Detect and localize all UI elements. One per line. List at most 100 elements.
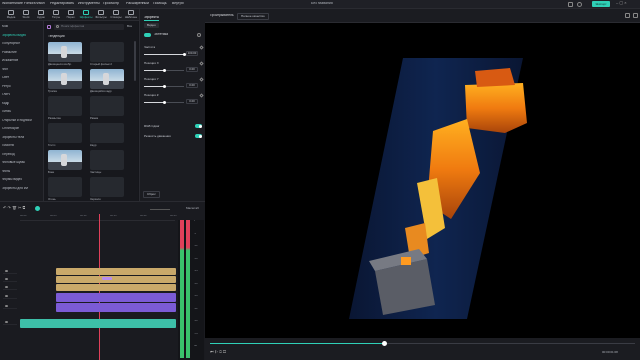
- layout-icon[interactable]: [568, 2, 573, 7]
- effect-thumbnail[interactable]: [90, 123, 124, 143]
- timeline-clip[interactable]: [56, 303, 176, 312]
- timeline-clip[interactable]: [56, 284, 176, 291]
- toolbar-item-2[interactable]: Аудио: [34, 10, 48, 20]
- motion-sharpness-toggle[interactable]: [195, 134, 202, 138]
- category-item[interactable]: Кадр: [2, 102, 9, 105]
- auto-snap-icon[interactable]: [35, 206, 40, 211]
- toolbar-item-0[interactable]: Медиа: [4, 10, 18, 20]
- preview-area[interactable]: [205, 9, 640, 360]
- category-item[interactable]: Ретро: [2, 85, 11, 88]
- effect-thumbnail[interactable]: [48, 123, 82, 143]
- tab-effects[interactable]: Эффекты: [144, 16, 159, 22]
- quality-dropdown[interactable]: Полное качество: [237, 13, 269, 20]
- track-eye-icon[interactable]: [5, 270, 8, 272]
- param-value-field[interactable]: 100.00: [186, 51, 198, 56]
- screenshot-icon[interactable]: [625, 13, 630, 18]
- toolbar-item-7[interactable]: Стикеры: [109, 10, 123, 20]
- reset-button[interactable]: Сброс: [143, 191, 160, 198]
- toolbar-item-1[interactable]: Stock: [19, 10, 33, 20]
- toolbar-item-8[interactable]: Шаблоны: [124, 10, 138, 20]
- timeline-tools[interactable]: ↶ ↷ 🗑 ✂ ⧉: [3, 206, 25, 210]
- keyframe-icon[interactable]: [199, 93, 204, 98]
- tab-video[interactable]: Видео: [144, 23, 159, 28]
- menu-item-3[interactable]: Инструменты: [78, 2, 100, 6]
- effects-scrollbar[interactable]: [134, 41, 136, 81]
- param-slider-knob[interactable]: [163, 101, 166, 104]
- effect-thumbnail[interactable]: [90, 150, 124, 170]
- effect-enable-toggle[interactable]: [144, 33, 151, 37]
- export-button[interactable]: Экспорт: [592, 1, 610, 7]
- category-item[interactable]: Эффекты тела: [2, 136, 24, 139]
- track-eye-icon[interactable]: [5, 295, 8, 297]
- track-eye-icon[interactable]: [5, 286, 8, 288]
- category-item[interactable]: Свет: [2, 76, 9, 79]
- zoom-slider[interactable]: [150, 209, 170, 210]
- menu-item-1[interactable]: Файл: [36, 2, 45, 6]
- category-item[interactable]: Переход: [2, 153, 15, 156]
- toolbar-item-6[interactable]: Фильтры: [94, 10, 108, 20]
- rgb-shift-toggle[interactable]: [195, 124, 202, 128]
- menu-item-6[interactable]: Помощь: [153, 2, 167, 6]
- keyframe-icon[interactable]: [199, 61, 204, 66]
- category-item[interactable]: Фон: [2, 68, 8, 71]
- transport-buttons[interactable]: ⏮ ▷ ◻ ▢: [210, 350, 226, 354]
- search-input[interactable]: Поиск эффектов: [54, 24, 124, 30]
- tab-player[interactable]: Проигрыватель: [210, 14, 234, 17]
- toolbar-item-4[interactable]: Перех.: [64, 10, 78, 20]
- category-item[interactable]: Сплитскрин: [2, 127, 19, 130]
- category-item[interactable]: Искажение: [2, 59, 18, 62]
- effect-thumbnail[interactable]: [90, 42, 124, 62]
- param-slider-knob[interactable]: [163, 85, 166, 88]
- timeline-clip[interactable]: [56, 268, 176, 275]
- toolbar-item-3[interactable]: Титры: [49, 10, 63, 20]
- timeline-clip[interactable]: [56, 276, 176, 283]
- category-item[interactable]: Эффекты для ИИ: [2, 187, 28, 190]
- effect-thumbnail[interactable]: [90, 177, 124, 197]
- track-eye-icon[interactable]: [5, 321, 8, 323]
- category-item[interactable]: Мои: [2, 25, 8, 28]
- menu-item-2[interactable]: Редактировать: [50, 2, 74, 6]
- category-item[interactable]: Размытие: [2, 51, 17, 54]
- category-item[interactable]: Пиксели: [2, 144, 14, 147]
- fullscreen-icon[interactable]: [633, 13, 638, 18]
- category-item[interactable]: Популярное: [2, 42, 20, 45]
- account-icon[interactable]: [577, 2, 582, 7]
- reset-effect-icon[interactable]: [197, 33, 201, 37]
- menu-item-7[interactable]: Внутри: [172, 2, 184, 6]
- effect-thumbnail[interactable]: [48, 150, 82, 170]
- toolbar-item-5[interactable]: Эффекты: [79, 10, 93, 20]
- track-eye-icon[interactable]: [5, 278, 8, 280]
- keyframe-icon[interactable]: [199, 45, 204, 50]
- time-ruler[interactable]: 00:00 00:05 00:10 00:15 00:20 00:25: [20, 215, 177, 221]
- timeline-clip[interactable]: [20, 319, 176, 328]
- category-item[interactable]: Фоны: [2, 170, 10, 173]
- filter-dropdown[interactable]: Все: [127, 25, 132, 28]
- track-eye-icon[interactable]: [5, 305, 8, 307]
- category-item[interactable]: Фоновые шумы: [2, 161, 25, 164]
- figure-head: [465, 83, 527, 133]
- effect-thumbnail[interactable]: [90, 96, 124, 116]
- keyframe-icon[interactable]: [199, 77, 204, 82]
- project-title: Без названия: [311, 2, 333, 5]
- param-value-field[interactable]: 0.00: [186, 67, 198, 72]
- effect-thumbnail[interactable]: [48, 177, 82, 197]
- category-item[interactable]: Открытки и подписи: [2, 119, 32, 122]
- effect-thumbnail[interactable]: [48, 42, 82, 62]
- category-item[interactable]: Глитч: [2, 93, 10, 96]
- param-slider-knob[interactable]: [163, 69, 166, 72]
- effect-thumbnail[interactable]: [48, 69, 82, 89]
- category-item[interactable]: Линзы: [2, 110, 11, 113]
- category-item[interactable]: Эффекты видео: [2, 34, 26, 37]
- category-item[interactable]: Формы видео: [2, 178, 22, 181]
- menu-item-0[interactable]: Wondershare Filmora: [2, 2, 36, 6]
- effect-thumbnail[interactable]: [48, 96, 82, 116]
- param-value-field[interactable]: 0.00: [186, 83, 198, 88]
- param-value-field[interactable]: 0.00: [186, 99, 198, 104]
- menu-item-5[interactable]: Расширенный: [126, 2, 149, 6]
- effect-thumbnail[interactable]: [90, 69, 124, 89]
- timeline-clip[interactable]: [56, 293, 176, 302]
- menu-item-4[interactable]: Просмотр: [103, 2, 119, 6]
- ai-icon[interactable]: [47, 25, 51, 29]
- playhead-handle[interactable]: [382, 341, 388, 346]
- window-controls[interactable]: – ▢ ×: [616, 1, 627, 5]
